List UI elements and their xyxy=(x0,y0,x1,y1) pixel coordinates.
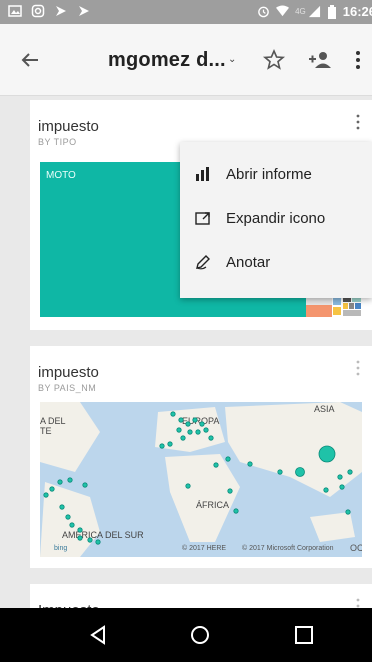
alarm-icon xyxy=(258,6,269,18)
battery-icon xyxy=(327,4,336,19)
tile-impuesto-pais[interactable]: impuesto BY PAIS_NM A DEL TE EUROPA ASIA… xyxy=(30,346,372,568)
signal-icon xyxy=(308,5,320,18)
menu-item-open-report[interactable]: Abrir informe xyxy=(180,152,372,196)
nav-back-icon[interactable] xyxy=(86,623,110,647)
tile-more-icon[interactable] xyxy=(356,114,360,130)
nav-recents-icon[interactable] xyxy=(292,623,316,647)
menu-label-annotate: Anotar xyxy=(226,253,271,271)
menu-item-expand-tile[interactable]: Expandir icono xyxy=(180,196,372,240)
tile-title-2: impuesto xyxy=(38,364,99,381)
dashboard-title[interactable]: mgomez d... xyxy=(108,49,226,72)
instagram-icon xyxy=(31,4,45,18)
treemap-small-segments xyxy=(306,295,362,317)
nav-home-icon[interactable] xyxy=(188,623,212,647)
tile-subtitle: BY TIPO xyxy=(38,137,77,147)
tile-subtitle-2: BY PAIS_NM xyxy=(38,383,97,393)
bing-logo: bing xyxy=(54,545,68,552)
tile-context-menu: Abrir informe Expandir icono Anotar xyxy=(180,142,372,298)
app-bar: mgomez d... ⌄ xyxy=(0,24,372,96)
clock: 16:26 xyxy=(342,4,372,19)
menu-label-expand-tile: Expandir icono xyxy=(226,209,326,227)
map-visual[interactable]: A DEL TE EUROPA ASIA ÁFRICA AMÉRICA DEL … xyxy=(40,402,362,557)
pen-icon xyxy=(196,255,210,270)
bar-chart-icon xyxy=(196,167,209,181)
map-credit-edge: OC xyxy=(350,543,362,553)
map-points xyxy=(43,411,353,545)
flag-icon-2 xyxy=(79,6,89,16)
tile-title: impuesto xyxy=(38,118,99,135)
chevron-down-icon[interactable]: ⌄ xyxy=(228,54,236,65)
treemap-label: MOTO xyxy=(46,170,76,181)
star-icon[interactable] xyxy=(262,48,286,72)
image-icon xyxy=(8,5,22,17)
status-bar: 4G 16:26 xyxy=(0,0,372,24)
flag-icon xyxy=(56,6,66,16)
back-arrow-icon[interactable] xyxy=(18,48,42,72)
network-type: 4G xyxy=(295,7,306,16)
expand-icon xyxy=(195,212,210,225)
tile-more-icon-2[interactable] xyxy=(356,360,360,376)
android-nav-bar xyxy=(0,608,372,662)
menu-label-open-report: Abrir informe xyxy=(226,165,312,183)
menu-item-annotate[interactable]: Anotar xyxy=(180,240,372,284)
wifi-icon xyxy=(276,5,290,17)
map-credit-here: © 2017 HERE xyxy=(182,545,227,552)
map-credit-microsoft: © 2017 Microsoft Corporation xyxy=(242,545,334,552)
add-person-icon[interactable] xyxy=(307,48,333,72)
more-vert-icon[interactable] xyxy=(354,48,362,72)
